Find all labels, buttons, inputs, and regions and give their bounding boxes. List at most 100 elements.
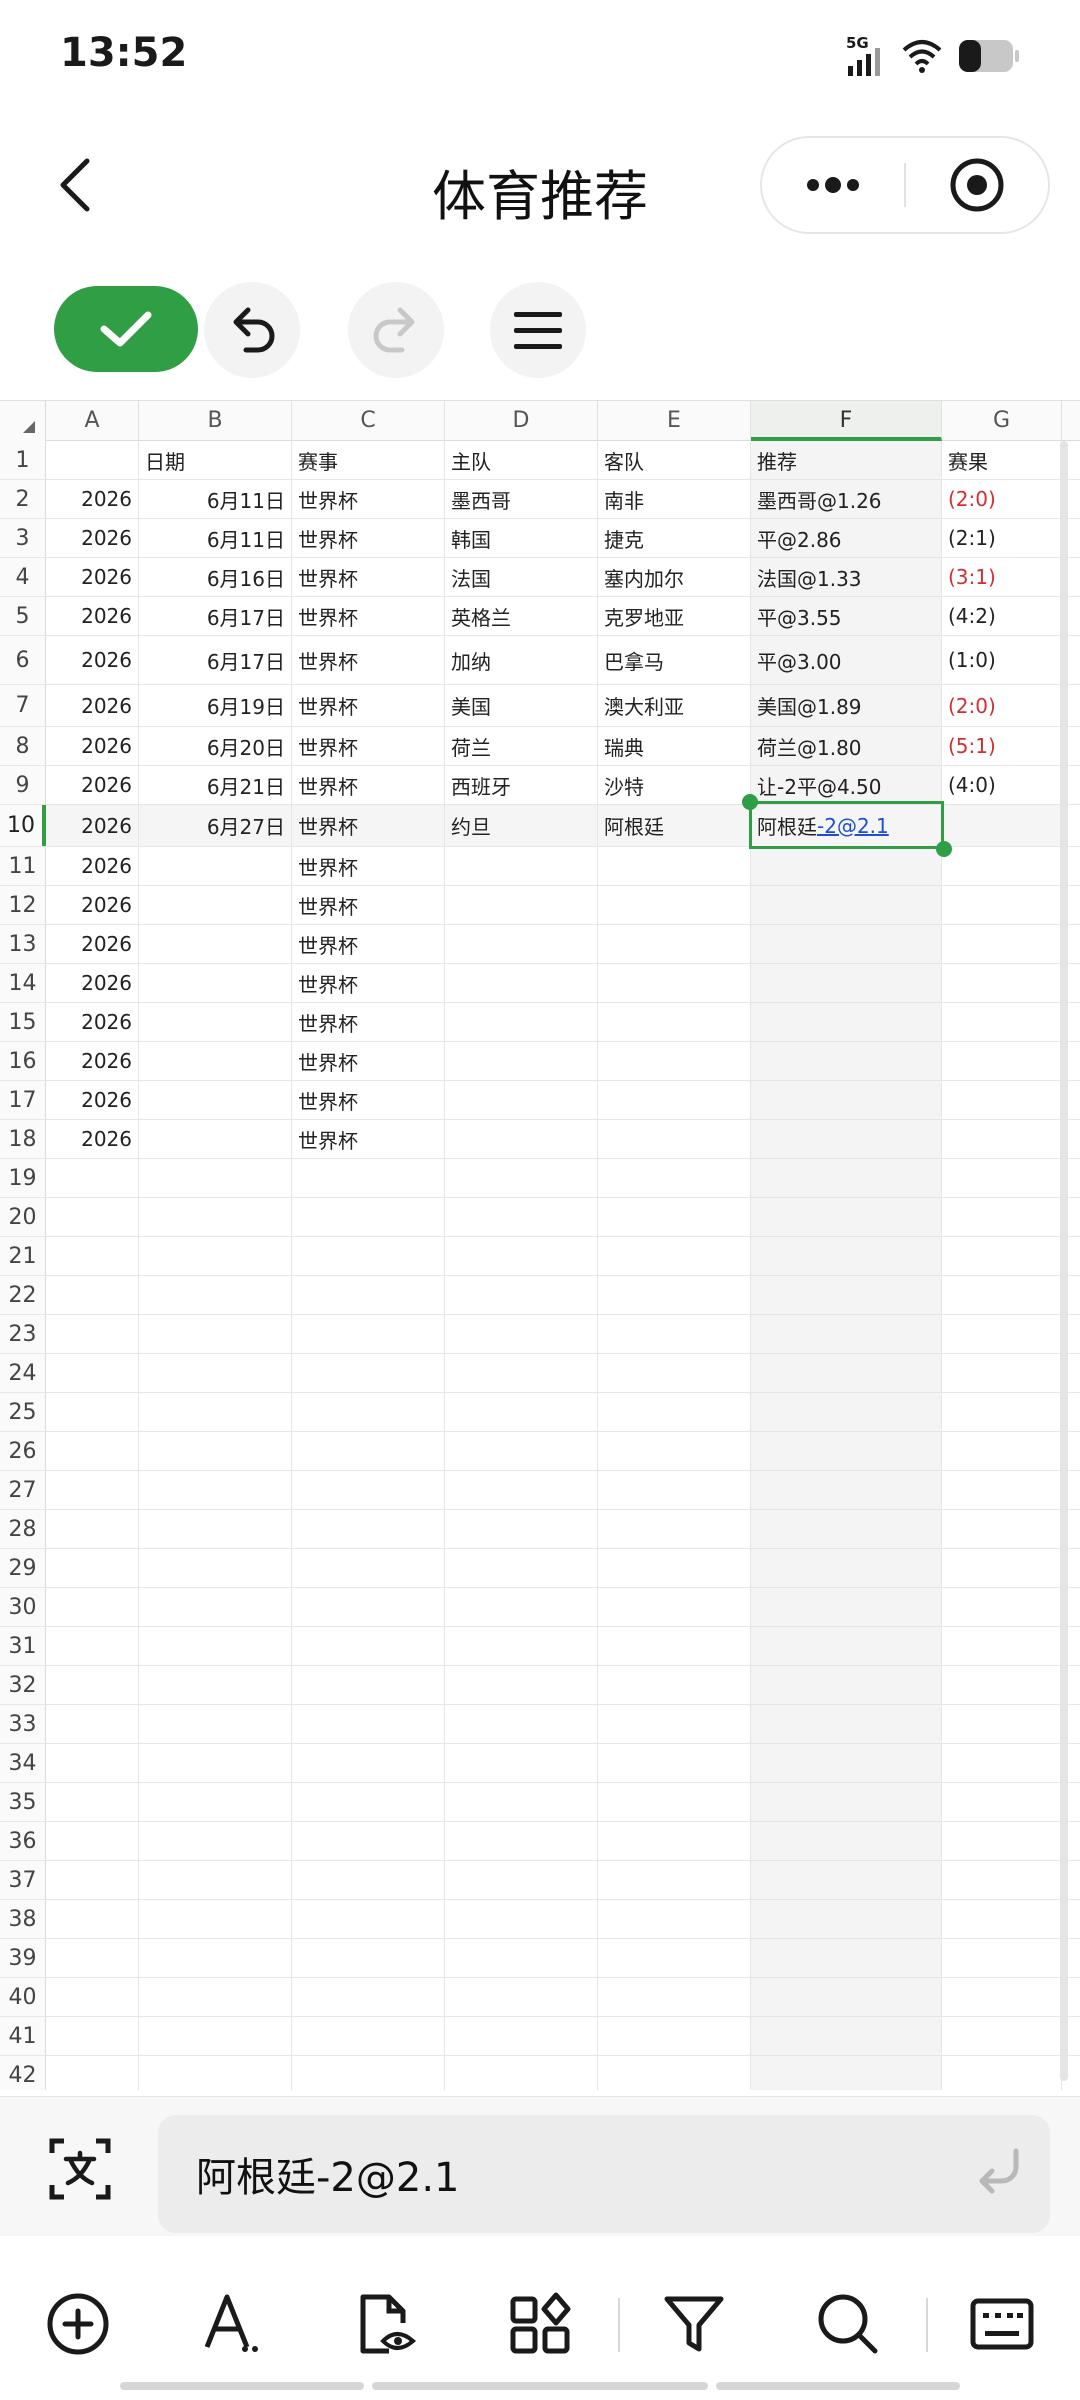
cell-c26[interactable] xyxy=(292,1432,445,1470)
cell-c23[interactable] xyxy=(292,1315,445,1353)
cell-g7[interactable]: (2:0) xyxy=(942,685,1062,726)
cell-e13[interactable] xyxy=(598,925,751,963)
cell-d31[interactable] xyxy=(445,1627,598,1665)
more-button[interactable] xyxy=(762,138,904,232)
cell-b10[interactable]: 6月27日 xyxy=(139,805,292,846)
cell-g32[interactable] xyxy=(942,1666,1062,1704)
row-header[interactable]: 26 xyxy=(0,1432,46,1470)
cell-a37[interactable] xyxy=(46,1861,139,1899)
cell-c42[interactable] xyxy=(292,2056,445,2090)
cell-f7[interactable]: 美国@1.89 xyxy=(751,685,942,726)
cell-link-text[interactable]: -2@2.1 xyxy=(817,814,889,838)
cell-b14[interactable] xyxy=(139,964,292,1002)
cell-d16[interactable] xyxy=(445,1042,598,1080)
cell-d34[interactable] xyxy=(445,1744,598,1782)
cell-e40[interactable] xyxy=(598,1978,751,2016)
cell-a4[interactable]: 2026 xyxy=(46,558,139,596)
cell-a36[interactable] xyxy=(46,1822,139,1860)
column-header-e[interactable]: E xyxy=(598,401,751,441)
row-header[interactable]: 13 xyxy=(0,925,46,963)
cell-g40[interactable] xyxy=(942,1978,1062,2016)
cell-c27[interactable] xyxy=(292,1471,445,1509)
cell-f4[interactable]: 法国@1.33 xyxy=(751,558,942,596)
cell-d40[interactable] xyxy=(445,1978,598,2016)
row-header[interactable]: 40 xyxy=(0,1978,46,2016)
cell-a21[interactable] xyxy=(46,1237,139,1275)
cell-g33[interactable] xyxy=(942,1705,1062,1743)
vertical-scrollbar[interactable] xyxy=(1060,441,1068,2081)
row-header[interactable]: 3 xyxy=(0,519,46,557)
row-header[interactable]: 24 xyxy=(0,1354,46,1392)
cell-a22[interactable] xyxy=(46,1276,139,1314)
cell-f3[interactable]: 平@2.86 xyxy=(751,519,942,557)
cell-f29[interactable] xyxy=(751,1549,942,1587)
cell-d4[interactable]: 法国 xyxy=(445,558,598,596)
cell-c31[interactable] xyxy=(292,1627,445,1665)
cell-g28[interactable] xyxy=(942,1510,1062,1548)
cell-c3[interactable]: 世界杯 xyxy=(292,519,445,557)
cell-c38[interactable] xyxy=(292,1900,445,1938)
cell-a25[interactable] xyxy=(46,1393,139,1431)
cell-d15[interactable] xyxy=(445,1003,598,1041)
cell-a7[interactable]: 2026 xyxy=(46,685,139,726)
cell-b11[interactable] xyxy=(139,847,292,885)
row-header[interactable]: 34 xyxy=(0,1744,46,1782)
cell-d29[interactable] xyxy=(445,1549,598,1587)
cell-e34[interactable] xyxy=(598,1744,751,1782)
cell-f38[interactable] xyxy=(751,1900,942,1938)
cell-d6[interactable]: 加纳 xyxy=(445,636,598,684)
cell-f35[interactable] xyxy=(751,1783,942,1821)
cell-c13[interactable]: 世界杯 xyxy=(292,925,445,963)
cell-a31[interactable] xyxy=(46,1627,139,1665)
cell-g1[interactable]: 赛果 xyxy=(942,441,1062,479)
row-header[interactable]: 35 xyxy=(0,1783,46,1821)
cell-a38[interactable] xyxy=(46,1900,139,1938)
cell-e19[interactable] xyxy=(598,1159,751,1197)
cell-a10[interactable]: 2026 xyxy=(46,805,139,846)
cell-b2[interactable]: 6月11日 xyxy=(139,480,292,518)
cell-c22[interactable] xyxy=(292,1276,445,1314)
cell-f32[interactable] xyxy=(751,1666,942,1704)
cell-b21[interactable] xyxy=(139,1237,292,1275)
cell-f9[interactable]: 让-2平@4.50 xyxy=(751,766,942,804)
cell-b41[interactable] xyxy=(139,2017,292,2055)
cell-d1[interactable]: 主队 xyxy=(445,441,598,479)
cell-a24[interactable] xyxy=(46,1354,139,1392)
cell-g17[interactable] xyxy=(942,1081,1062,1119)
close-miniapp-button[interactable] xyxy=(906,138,1048,232)
cell-g23[interactable] xyxy=(942,1315,1062,1353)
cell-b7[interactable]: 6月19日 xyxy=(139,685,292,726)
cell-a17[interactable]: 2026 xyxy=(46,1081,139,1119)
cell-f13[interactable] xyxy=(751,925,942,963)
row-header[interactable]: 28 xyxy=(0,1510,46,1548)
cell-f26[interactable] xyxy=(751,1432,942,1470)
cell-e24[interactable] xyxy=(598,1354,751,1392)
cell-d21[interactable] xyxy=(445,1237,598,1275)
cell-a3[interactable]: 2026 xyxy=(46,519,139,557)
cell-a5[interactable]: 2026 xyxy=(46,597,139,635)
undo-button[interactable] xyxy=(204,282,300,378)
cell-a32[interactable] xyxy=(46,1666,139,1704)
cell-e2[interactable]: 南非 xyxy=(598,480,751,518)
cell-f8[interactable]: 荷兰@1.80 xyxy=(751,727,942,765)
cell-e4[interactable]: 塞内加尔 xyxy=(598,558,751,596)
cell-c11[interactable]: 世界杯 xyxy=(292,847,445,885)
cell-e17[interactable] xyxy=(598,1081,751,1119)
cell-b29[interactable] xyxy=(139,1549,292,1587)
cell-c32[interactable] xyxy=(292,1666,445,1704)
selection-handle-end[interactable] xyxy=(936,841,952,857)
cell-a16[interactable]: 2026 xyxy=(46,1042,139,1080)
cell-c37[interactable] xyxy=(292,1861,445,1899)
row-header[interactable]: 2 xyxy=(0,480,46,518)
cell-d24[interactable] xyxy=(445,1354,598,1392)
cell-g26[interactable] xyxy=(942,1432,1062,1470)
cell-f21[interactable] xyxy=(751,1237,942,1275)
cell-e32[interactable] xyxy=(598,1666,751,1704)
cell-f27[interactable] xyxy=(751,1471,942,1509)
cell-b3[interactable]: 6月11日 xyxy=(139,519,292,557)
cell-f24[interactable] xyxy=(751,1354,942,1392)
cell-d18[interactable] xyxy=(445,1120,598,1158)
cell-c14[interactable]: 世界杯 xyxy=(292,964,445,1002)
cell-f18[interactable] xyxy=(751,1120,942,1158)
select-all-corner[interactable] xyxy=(0,401,46,441)
